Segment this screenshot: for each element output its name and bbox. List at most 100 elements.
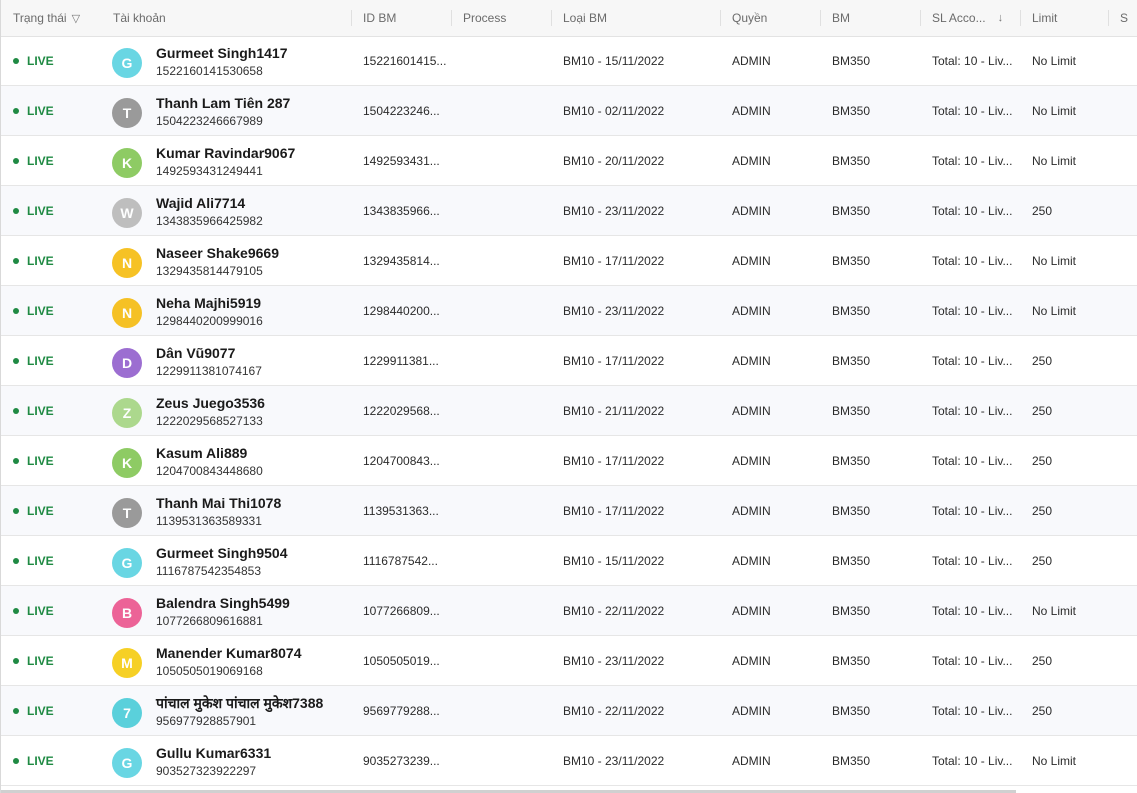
table-row[interactable]: LIVE K Kumar Ravindar9067 1492593431249441 1… — [1, 136, 1137, 186]
account-cell: Zeus Juego3536 1222029568527133 — [156, 395, 356, 429]
loai-bm-cell: BM10 - 23/11/2022 — [551, 636, 720, 685]
account-name[interactable]: Neha Majhi5919 — [156, 295, 356, 312]
account-cell: Manender Kumar8074 1050505019069168 — [156, 645, 356, 679]
loai-bm-value: BM10 - 17/11/2022 — [563, 453, 665, 468]
table-row[interactable]: LIVE K Kasum Ali889 1204700843448680 1204700… — [1, 436, 1137, 486]
account-id: 1077266809616881 — [156, 614, 263, 628]
avatar: T — [112, 98, 142, 128]
limit-value: 250 — [1032, 403, 1053, 418]
account-name[interactable]: Kumar Ravindar9067 — [156, 145, 356, 162]
table-row[interactable]: LIVE G Gurmeet Singh9504 1116787542354853 11… — [1, 536, 1137, 586]
status-cell: LIVE — [1, 336, 101, 385]
limit-cell: No Limit — [1020, 236, 1108, 285]
account-name[interactable]: Wajid Ali7714 — [156, 195, 356, 212]
col-header-next[interactable]: S — [1108, 0, 1137, 36]
quyen-cell: ADMIN — [720, 86, 820, 135]
limit-cell: No Limit — [1020, 86, 1108, 135]
limit-value: 250 — [1032, 453, 1053, 468]
table-row[interactable]: LIVE W Wajid Ali7714 1343835966425982 134383… — [1, 186, 1137, 236]
sl-account-value: Total: 10 - Liv... — [932, 453, 1013, 468]
avatar-initial: Z — [122, 405, 132, 421]
bm-cell: BM350 — [820, 536, 920, 585]
col-header-loai-bm[interactable]: Loại BM — [551, 0, 720, 36]
table-row[interactable]: LIVE G Gullu Kumar6331 903527323922297 90352… — [1, 736, 1137, 786]
col-header-sl-account[interactable]: SL Acco... ↓ — [920, 0, 1020, 36]
avatar-initial: N — [121, 305, 133, 321]
sort-down-icon[interactable]: ↓ — [998, 12, 1004, 24]
col-header-process[interactable]: Process — [451, 0, 551, 36]
process-cell — [451, 636, 551, 685]
status-cell: LIVE — [1, 736, 101, 785]
id-bm-value: 9569779288... — [363, 703, 440, 718]
sl-account-value: Total: 10 - Liv... — [932, 553, 1013, 568]
account-name[interactable]: Thanh Lam Tiên 287 — [156, 95, 356, 112]
account-cell: Naseer Shake9669 1329435814479105 — [156, 245, 356, 279]
col-header-limit[interactable]: Limit — [1020, 0, 1108, 36]
account-id: 903527323922297 — [156, 764, 257, 778]
account-name[interactable]: Naseer Shake9669 — [156, 245, 356, 262]
avatar-initial: B — [121, 605, 133, 621]
process-cell — [451, 286, 551, 335]
accounts-table: Trạng thái ▽ Tài khoản ID BM Process Loạ… — [0, 0, 1137, 793]
table-row[interactable]: LIVE T Thanh Mai Thi1078 1139531363589331 11… — [1, 486, 1137, 536]
id-bm-value: 1139531363... — [363, 503, 439, 518]
limit-value: No Limit — [1032, 103, 1077, 118]
status-badge: LIVE — [27, 253, 54, 268]
table-row[interactable]: LIVE G Gurmeet Singh1417 1522160141530658 15… — [1, 36, 1137, 86]
id-bm-cell: 9035273239... — [351, 736, 451, 785]
account-name[interactable]: Dân Vũ9077 — [156, 345, 356, 362]
process-cell — [451, 86, 551, 135]
sl-account-value: Total: 10 - Liv... — [932, 503, 1013, 518]
col-header-quyen[interactable]: Quyền — [720, 0, 820, 36]
account-name[interactable]: Manender Kumar8074 — [156, 645, 356, 662]
loai-bm-cell: BM10 - 21/11/2022 — [551, 386, 720, 435]
process-cell — [451, 736, 551, 785]
account-name[interactable]: Gullu Kumar6331 — [156, 745, 356, 762]
account-cell: Gurmeet Singh9504 1116787542354853 — [156, 545, 356, 579]
status-badge: LIVE — [27, 153, 54, 168]
status-badge: LIVE — [27, 753, 54, 768]
bm-cell: BM350 — [820, 336, 920, 385]
process-cell — [451, 486, 551, 535]
sl-account-cell: Total: 10 - Liv... — [920, 186, 1020, 235]
status-dot-icon — [13, 307, 19, 314]
col-header-bm[interactable]: BM — [820, 0, 920, 36]
quyen-cell: ADMIN — [720, 336, 820, 385]
col-header-account[interactable]: Tài khoản — [101, 0, 351, 36]
account-id: 1298440200999016 — [156, 314, 263, 328]
account-name[interactable]: Zeus Juego3536 — [156, 395, 356, 412]
loai-bm-cell: BM10 - 02/11/2022 — [551, 86, 720, 135]
account-name[interactable]: Kasum Ali889 — [156, 445, 356, 462]
bm-cell: BM350 — [820, 36, 920, 85]
col-header-process-label: Process — [463, 11, 507, 25]
sl-account-cell: Total: 10 - Liv... — [920, 36, 1020, 85]
account-name[interactable]: Balendra Singh5499 — [156, 595, 356, 612]
process-cell — [451, 386, 551, 435]
col-header-id-bm[interactable]: ID BM — [351, 0, 451, 36]
table-row[interactable]: LIVE N Neha Majhi5919 1298440200999016 12984… — [1, 286, 1137, 336]
filter-icon[interactable]: ▽ — [72, 12, 80, 25]
sl-account-cell: Total: 10 - Liv... — [920, 436, 1020, 485]
bm-cell: BM350 — [820, 286, 920, 335]
col-header-status[interactable]: Trạng thái ▽ — [1, 0, 101, 36]
table-row[interactable]: LIVE Z Zeus Juego3536 1222029568527133 12220… — [1, 386, 1137, 436]
status-dot-icon — [13, 57, 19, 64]
table-row[interactable]: LIVE 7 पांचाल मुकेश पांचाल मुकेश7388 956977… — [1, 686, 1137, 736]
account-name[interactable]: Gurmeet Singh1417 — [156, 45, 356, 62]
table-row[interactable]: LIVE D Dân Vũ9077 1229911381074167 122991138… — [1, 336, 1137, 386]
sl-account-value: Total: 10 - Liv... — [932, 753, 1013, 768]
account-name[interactable]: Thanh Mai Thi1078 — [156, 495, 356, 512]
status-badge: LIVE — [27, 553, 54, 568]
loai-bm-cell: BM10 - 22/11/2022 — [551, 686, 720, 735]
quyen-value: ADMIN — [732, 103, 771, 118]
table-row[interactable]: LIVE B Balendra Singh5499 1077266809616881 1… — [1, 586, 1137, 636]
account-name[interactable]: Gurmeet Singh9504 — [156, 545, 356, 562]
table-row[interactable]: LIVE N Naseer Shake9669 1329435814479105 132… — [1, 236, 1137, 286]
loai-bm-value: BM10 - 15/11/2022 — [563, 553, 665, 568]
table-row[interactable]: LIVE T Thanh Lam Tiên 287 1504223246667989 1… — [1, 86, 1137, 136]
account-name[interactable]: पांचाल मुकेश पांचाल मुकेश7388 — [156, 695, 356, 712]
loai-bm-value: BM10 - 17/11/2022 — [563, 353, 665, 368]
quyen-value: ADMIN — [732, 503, 771, 518]
bm-value: BM350 — [832, 503, 871, 518]
table-row[interactable]: LIVE M Manender Kumar8074 1050505019069168 1… — [1, 636, 1137, 686]
